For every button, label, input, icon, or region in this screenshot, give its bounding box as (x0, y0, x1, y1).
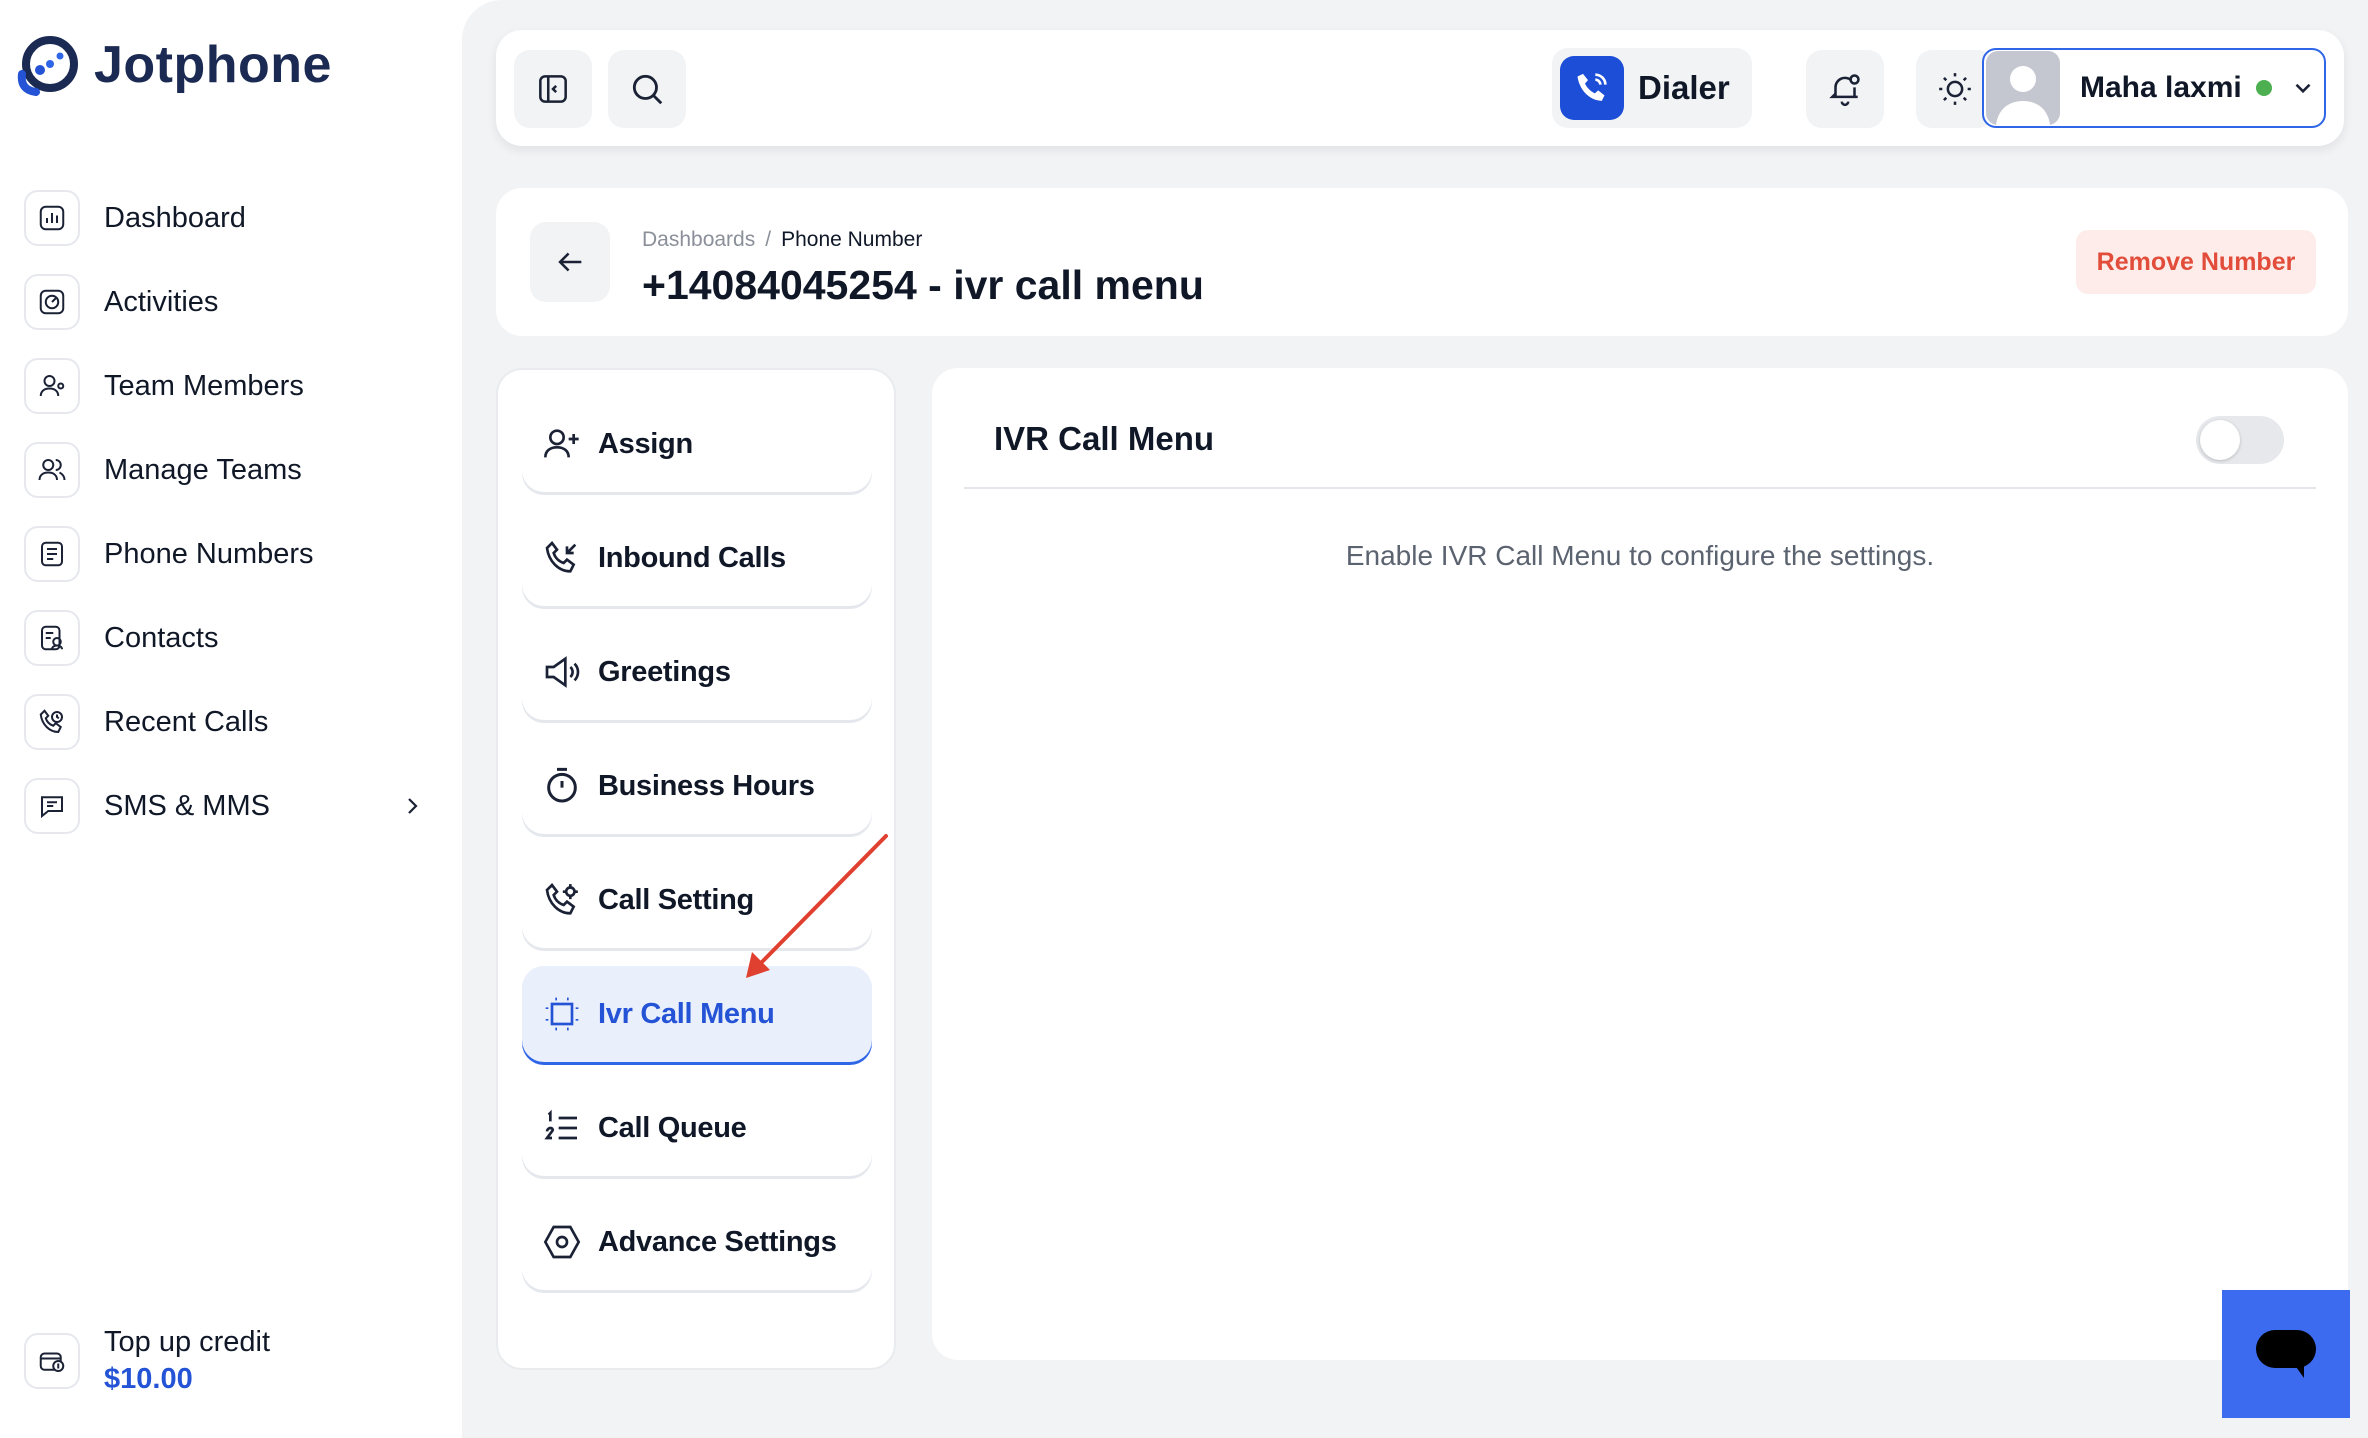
wallet-icon (24, 1333, 80, 1389)
inbound-call-icon (545, 540, 577, 573)
user-name: Maha laxmi (2080, 71, 2242, 104)
sidebar-item-recent-calls[interactable]: Recent Calls (24, 680, 424, 764)
menu-item-greetings[interactable]: Greetings (522, 624, 872, 720)
phone-numbers-icon (24, 526, 80, 582)
top-bar: Dialer Maha laxmi (496, 30, 2344, 146)
menu-item-label: Call Setting (598, 883, 754, 916)
sidebar-item-label: Contacts (104, 621, 219, 654)
menu-item-label: Business Hours (598, 769, 815, 802)
top-up-credit[interactable]: Top up credit $10.00 (24, 1326, 270, 1396)
team-members-icon (24, 358, 80, 414)
collapse-sidebar-button[interactable] (514, 50, 592, 128)
top-up-label: Top up credit (104, 1326, 271, 1358)
numbered-list-icon (544, 1109, 577, 1140)
menu-item-ivr-call-menu[interactable]: Ivr Call Menu (522, 966, 872, 1062)
sidebar-toggle-icon (539, 75, 567, 103)
search-button[interactable] (608, 50, 686, 128)
sidebar-item-dashboard[interactable]: Dashboard (24, 176, 424, 260)
megaphone-icon (545, 656, 580, 688)
chat-bubble-icon (2256, 1330, 2316, 1378)
menu-item-inbound-calls[interactable]: Inbound Calls (522, 510, 872, 606)
recent-calls-icon (24, 694, 80, 750)
sidebar-item-contacts[interactable]: Contacts (24, 596, 424, 680)
app-logo[interactable]: Jotphone (16, 34, 332, 96)
sidebar-item-label: Recent Calls (104, 705, 269, 738)
menu-item-label: Advance Settings (598, 1225, 837, 1258)
sidebar-item-activities[interactable]: Activities (24, 260, 424, 344)
breadcrumb-dashboards[interactable]: Dashboards (642, 228, 755, 252)
sidebar-item-label: Phone Numbers (104, 537, 314, 570)
notifications-button[interactable] (1806, 50, 1884, 128)
ivr-menu-icon (545, 997, 579, 1031)
call-settings-icon (545, 882, 578, 915)
sidebar-item-label: Manage Teams (104, 453, 302, 486)
dashboard-chart-icon (24, 190, 80, 246)
chat-widget-button[interactable] (2222, 1290, 2350, 1418)
phone-icon (1560, 56, 1624, 120)
jotphone-logo-icon (17, 36, 78, 96)
chevron-right-icon[interactable] (400, 794, 424, 818)
sidebar-item-label: Dashboard (104, 201, 246, 234)
ivr-enable-toggle[interactable] (2196, 416, 2284, 464)
sidebar-item-label: Team Members (104, 369, 304, 402)
page-header: Dashboards / Phone Number +14084045254 -… (496, 188, 2348, 336)
contacts-icon (24, 610, 80, 666)
app-name: Jotphone (94, 36, 332, 94)
search-icon (632, 74, 663, 105)
menu-item-call-queue[interactable]: Call Queue (522, 1080, 872, 1176)
ivr-settings-panel: IVR Call Menu Enable IVR Call Menu to co… (932, 368, 2348, 1360)
user-menu[interactable]: Maha laxmi (1982, 48, 2326, 128)
toggle-knob (2200, 420, 2240, 460)
menu-item-label: Ivr Call Menu (598, 997, 775, 1030)
manage-teams-icon (24, 442, 80, 498)
breadcrumb-current: Phone Number (781, 228, 923, 251)
divider (964, 487, 2316, 489)
credit-amount: $10.00 (104, 1363, 193, 1395)
activity-icon (24, 274, 80, 330)
sidebar-item-sms-mms[interactable]: SMS & MMS (24, 764, 424, 848)
empty-state-hint: Enable IVR Call Menu to configure the se… (1345, 540, 1935, 571)
sidebar-item-manage-teams[interactable]: Manage Teams (24, 428, 424, 512)
bell-icon (1829, 74, 1860, 107)
menu-item-assign[interactable]: Assign (522, 396, 872, 492)
menu-item-label: Assign (598, 427, 693, 460)
sidebar-item-team-members[interactable]: Team Members (24, 344, 424, 428)
top-up-text: Top up credit $10.00 (104, 1326, 270, 1396)
sms-icon (24, 778, 80, 834)
dialer-label: Dialer (1638, 69, 1730, 106)
main-area: Dialer Maha laxmi Dashboards / Phone Num… (462, 0, 2368, 1438)
chevron-down-icon (2295, 83, 2311, 94)
menu-item-label: Greetings (598, 655, 731, 688)
timer-icon (547, 767, 577, 803)
remove-number-button[interactable]: Remove Number (2076, 230, 2316, 294)
avatar (1986, 51, 2060, 125)
menu-item-business-hours[interactable]: Business Hours (522, 738, 872, 834)
sidebar: Jotphone Dashboard Activities Team Membe… (0, 0, 462, 1438)
menu-item-label: Call Queue (598, 1111, 747, 1144)
menu-item-call-setting[interactable]: Call Setting (522, 852, 872, 948)
section-title: IVR Call Menu (994, 420, 1215, 457)
page-title: +14084045254 - ivr call menu (642, 262, 1204, 308)
sun-icon (1939, 73, 1971, 105)
settings-menu: Assign Inbound Calls Greetings Business … (496, 368, 896, 1370)
sidebar-item-phone-numbers[interactable]: Phone Numbers (24, 512, 424, 596)
sidebar-item-label: Activities (104, 285, 219, 318)
assign-user-icon (544, 429, 579, 458)
menu-item-advance-settings[interactable]: Advance Settings (522, 1194, 872, 1290)
breadcrumb: Dashboards / Phone Number (642, 228, 922, 252)
dialer-button[interactable]: Dialer (1552, 48, 1752, 128)
menu-item-label: Inbound Calls (598, 541, 786, 574)
breadcrumb-separator: / (765, 228, 772, 251)
sidebar-item-label: SMS & MMS (104, 789, 270, 822)
hexagon-settings-icon (543, 1225, 581, 1259)
back-button[interactable] (530, 222, 610, 302)
sidebar-nav: Dashboard Activities Team Members Manage… (24, 176, 424, 848)
arrow-left-icon (558, 252, 582, 272)
online-status-dot (2255, 80, 2272, 96)
